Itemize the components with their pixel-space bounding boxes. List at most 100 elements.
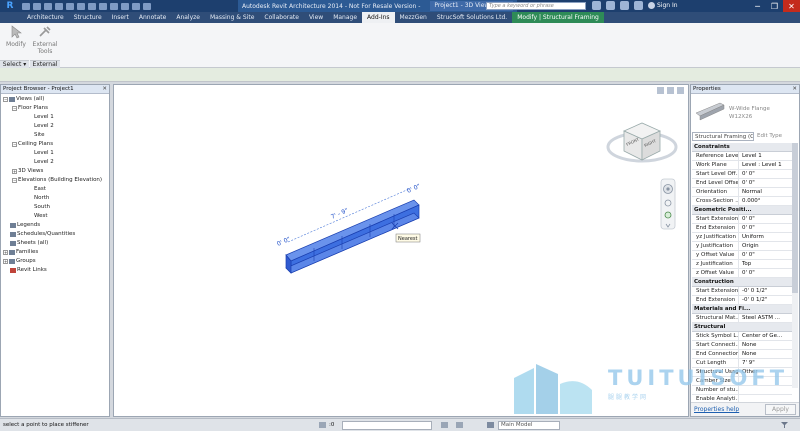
property-value[interactable]	[739, 386, 792, 394]
tree-item[interactable]: − Views (all)	[3, 96, 44, 102]
property-row[interactable]: z Justification Top	[692, 260, 792, 269]
property-group-header[interactable]: Construction	[692, 278, 792, 287]
property-value[interactable]	[739, 377, 792, 385]
tree-item[interactable]: Legends	[10, 222, 40, 228]
property-value[interactable]: Level : Level 1	[739, 161, 792, 169]
save-icon[interactable]	[33, 2, 41, 10]
drawing-area[interactable]: FRONT RIGHT 0' 0" 7' - 9" 0' 0" Nearest	[113, 84, 689, 417]
app-menu-button[interactable]: R	[0, 0, 20, 12]
expand-icon[interactable]: +	[3, 249, 8, 255]
tab-manage[interactable]: Manage	[328, 12, 362, 23]
property-row[interactable]: yz Justification Uniform	[692, 233, 792, 242]
close-button[interactable]: ✕	[783, 0, 800, 12]
tree-item[interactable]: South	[34, 204, 50, 210]
property-value[interactable]: Level 1	[739, 152, 792, 160]
binoculars-icon[interactable]	[592, 1, 601, 10]
tab-architecture[interactable]: Architecture	[22, 12, 69, 23]
property-row[interactable]: Start Extension -0' 0 1/2"	[692, 287, 792, 296]
property-value[interactable]: Normal	[739, 188, 792, 196]
property-value[interactable]: 7' 9"	[739, 359, 792, 367]
property-value[interactable]: Uniform	[739, 233, 792, 241]
property-value[interactable]: 0.000°	[739, 197, 792, 205]
tree-item[interactable]: North	[34, 195, 49, 201]
measure-icon[interactable]	[77, 2, 85, 10]
redo-icon[interactable]	[55, 2, 63, 10]
tab-strucsoft[interactable]: StrucSoft Solutions Ltd.	[432, 12, 512, 23]
tree-item[interactable]: Level 2	[34, 123, 54, 129]
tree-item[interactable]: Level 2	[34, 159, 54, 165]
main-model-selector[interactable]: Main Model	[498, 421, 560, 430]
property-value[interactable]: 0' 0"	[739, 179, 792, 187]
tab-insert[interactable]: Insert	[107, 12, 134, 23]
tree-item[interactable]: + Families	[3, 249, 38, 255]
tree-item[interactable]: − Ceiling Plans	[12, 141, 53, 147]
select-panel-label[interactable]: Select ▾	[0, 60, 29, 68]
editing-requests-icon[interactable]	[440, 421, 449, 429]
property-value[interactable]: 0' 0"	[739, 170, 792, 178]
design-options-icon[interactable]	[455, 421, 464, 429]
tab-analyze[interactable]: Analyze	[171, 12, 205, 23]
tree-item[interactable]: + Groups	[3, 258, 36, 264]
star-icon[interactable]	[634, 1, 643, 10]
tab-view[interactable]: View	[304, 12, 328, 23]
property-row[interactable]: Start Level Off... 0' 0"	[692, 170, 792, 179]
property-row[interactable]: End Extension 0' 0"	[692, 224, 792, 233]
property-row[interactable]: Cut Length 7' 9"	[692, 359, 792, 368]
view-cube[interactable]: FRONT RIGHT	[606, 122, 678, 163]
tab-add-ins[interactable]: Add-Ins	[362, 12, 395, 23]
property-row[interactable]: Camber Size	[692, 377, 792, 386]
property-group-header[interactable]: Structural	[692, 323, 792, 332]
undo-icon[interactable]	[44, 2, 52, 10]
expand-icon[interactable]: +	[12, 168, 17, 174]
property-row[interactable]: y Justification Origin	[692, 242, 792, 251]
close-hidden-icon[interactable]	[132, 2, 140, 10]
property-row[interactable]: Structural Usage Other	[692, 368, 792, 377]
properties-scrollbar[interactable]	[792, 143, 798, 388]
property-value[interactable]: Steel ASTM ...	[739, 314, 792, 322]
property-row[interactable]: Work Plane Level : Level 1	[692, 161, 792, 170]
thin-lines-icon[interactable]	[121, 2, 129, 10]
expand-icon[interactable]: +	[3, 258, 8, 264]
collapse-icon[interactable]: −	[12, 105, 17, 111]
property-value[interactable]: 0' 0"	[739, 269, 792, 277]
tree-item[interactable]: Sheets (all)	[10, 240, 48, 246]
tree-item[interactable]: Level 1	[34, 114, 54, 120]
property-value[interactable]: 0' 0"	[739, 224, 792, 232]
property-row[interactable]: Stick Symbol L... Center of Ge...	[692, 332, 792, 341]
property-value[interactable]: None	[739, 350, 792, 358]
search-input[interactable]: Type a keyword or phrase	[486, 2, 586, 10]
worksharing-icon[interactable]	[318, 421, 327, 429]
modify-button[interactable]: Modify	[2, 25, 30, 61]
external-tools-button[interactable]: External Tools	[31, 25, 59, 61]
property-row[interactable]: Orientation Normal	[692, 188, 792, 197]
apply-button[interactable]: Apply	[765, 404, 796, 415]
sign-in-button[interactable]: Sign In	[648, 2, 678, 9]
property-row[interactable]: Cross-Section ... 0.000°	[692, 197, 792, 206]
property-row[interactable]: z Offset Value 0' 0"	[692, 269, 792, 278]
subscription-icon[interactable]	[606, 1, 615, 10]
tree-item[interactable]: Level 1	[34, 150, 54, 156]
tab-modify-structural-framing[interactable]: Modify | Structural Framing	[512, 12, 604, 23]
property-group-header[interactable]: Constraints	[692, 143, 792, 152]
property-row[interactable]: End Extension -0' 0 1/2"	[692, 296, 792, 305]
tab-annotate[interactable]: Annotate	[134, 12, 171, 23]
properties-help-link[interactable]: Properties help	[694, 406, 739, 413]
instance-selector[interactable]: Structural Framing (C ▾	[692, 131, 754, 141]
print-icon[interactable]	[66, 2, 74, 10]
tree-item[interactable]: − Floor Plans	[12, 105, 48, 111]
minimize-button[interactable]: ─	[749, 0, 766, 12]
tree-item[interactable]: East	[34, 186, 46, 192]
tab-structure[interactable]: Structure	[69, 12, 107, 23]
text-icon[interactable]	[88, 2, 96, 10]
property-row[interactable]: Structural Mat... Steel ASTM ...	[692, 314, 792, 323]
tree-item[interactable]: Site	[34, 132, 45, 138]
property-value[interactable]: Origin	[739, 242, 792, 250]
property-row[interactable]: End Level Offset 0' 0"	[692, 179, 792, 188]
property-value[interactable]: -0' 0 1/2"	[739, 296, 792, 304]
tab-mezzgen[interactable]: MezzGen	[395, 12, 432, 23]
property-row[interactable]: y Offset Value 0' 0"	[692, 251, 792, 260]
type-selector[interactable]: W-Wide Flange W12X26	[692, 95, 798, 129]
dimension-label-length[interactable]: 7' - 9"	[330, 207, 350, 221]
dimension-label-left[interactable]: 0' 0"	[276, 236, 292, 248]
tab-collaborate[interactable]: Collaborate	[259, 12, 304, 23]
